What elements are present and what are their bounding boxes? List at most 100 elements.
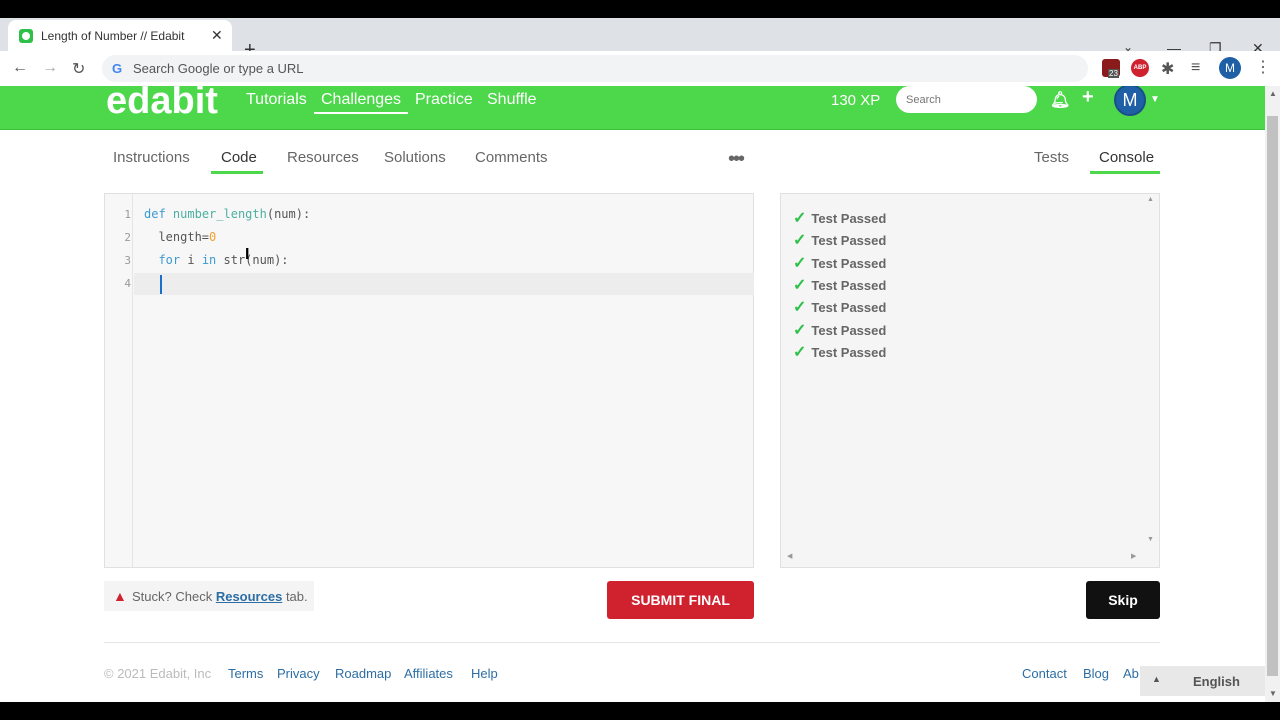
tab-console-underline (1090, 171, 1160, 174)
xp-counter: 130 XP (831, 92, 881, 109)
edabit-favicon-icon (19, 29, 33, 43)
nav-challenges[interactable]: Challenges (314, 91, 409, 114)
code-line-1: def number_length(num): (144, 207, 311, 221)
footer-blog[interactable]: Blog (1083, 666, 1109, 681)
checkmark-icon: ✓ (793, 343, 807, 361)
browser-tab[interactable]: Length of Number // Edabit ✕ (8, 20, 232, 51)
stuck-hint-text: Stuck? Check Resources tab. (132, 589, 308, 604)
screen: Length of Number // Edabit ✕ + ⌄ — ❐ ✕ ←… (0, 0, 1280, 720)
browser-tab-title: Length of Number // Edabit (41, 29, 185, 43)
ibeam-cursor-icon: I (245, 246, 250, 263)
copyright: © 2021 Edabit, Inc (104, 666, 212, 681)
tab-solutions[interactable]: Solutions (384, 149, 446, 166)
scrollbar-up-icon[interactable]: ▲ (1269, 89, 1277, 98)
checkmark-icon: ✓ (793, 276, 807, 294)
code-line-2: length=0 (144, 230, 217, 244)
back-icon[interactable]: ← (12, 59, 28, 77)
test-result-label: Test Passed (811, 255, 887, 271)
browser-toolbar: ← → ↻ G Search Google or type a URL 23 A… (0, 51, 1280, 86)
line-number: 2 (124, 231, 131, 244)
close-tab-icon[interactable]: ✕ (211, 27, 223, 44)
extensions-puzzle-icon[interactable]: ✱ (1161, 59, 1174, 79)
letterbox-top (0, 0, 1280, 18)
nav-shuffle[interactable]: Shuffle (487, 91, 537, 109)
test-result-label: Test Passed (811, 344, 887, 360)
active-line-highlight (134, 273, 754, 295)
bell-icon[interactable]: 🔔︎ (1050, 90, 1070, 110)
letterbox-bottom (0, 702, 1280, 720)
nav-practice[interactable]: Practice (415, 91, 473, 109)
text-cursor (160, 275, 162, 294)
footer-terms[interactable]: Terms (228, 666, 263, 681)
edabit-logo[interactable]: edabit (106, 86, 218, 123)
test-result-row: ✓ Test Passed (793, 275, 886, 295)
resources-link[interactable]: Resources (216, 589, 282, 604)
tab-comments[interactable]: Comments (475, 149, 548, 166)
test-result-row: ✓ Test Passed (793, 320, 886, 340)
test-result-label: Test Passed (811, 300, 887, 316)
page-scrollbar[interactable]: ▲ ▼ (1265, 86, 1280, 702)
scroll-up-icon[interactable]: ▲ (1147, 196, 1154, 203)
language-label: English (1193, 674, 1240, 689)
scroll-left-icon[interactable]: ◀ (787, 552, 792, 560)
scroll-down-icon[interactable]: ▼ (1147, 536, 1154, 543)
test-result-row: ✓ Test Passed (793, 230, 886, 250)
tab-console[interactable]: Console (1099, 149, 1154, 166)
checkmark-icon: ✓ (793, 321, 807, 339)
page-content: edabit Tutorials Challenges Practice Shu… (0, 86, 1265, 702)
test-result-label: Test Passed (811, 277, 887, 293)
test-result-row: ✓ Test Passed (793, 208, 886, 228)
footer-roadmap[interactable]: Roadmap (335, 666, 391, 681)
browser-tab-strip: Length of Number // Edabit ✕ + ⌄ — ❐ ✕ (0, 18, 1280, 60)
omnibox[interactable]: G Search Google or type a URL (102, 55, 1088, 82)
test-result-label: Test Passed (811, 322, 887, 338)
browser-menu-icon[interactable]: ⋮ (1255, 57, 1271, 77)
test-result-row: ✓ Test Passed (793, 342, 886, 362)
browser-profile-avatar[interactable]: M (1219, 57, 1241, 79)
footer-contact[interactable]: Contact (1022, 666, 1067, 681)
plus-icon[interactable]: + (1082, 86, 1094, 109)
code-editor[interactable]: 1 2 3 4 def number_length(num): length=0… (104, 193, 754, 568)
site-header: edabit Tutorials Challenges Practice Shu… (0, 86, 1265, 130)
skip-button[interactable]: Skip (1086, 581, 1160, 619)
chevron-down-icon[interactable]: ▼ (1150, 94, 1160, 105)
footer-privacy[interactable]: Privacy (277, 666, 320, 681)
footer-about[interactable]: Ab (1123, 666, 1139, 681)
console-panel[interactable]: ▲ ✓ Test Passed ✓ Test Passed ✓ Test Passed ✓ T… (780, 193, 1160, 568)
tab-code[interactable]: Code (221, 149, 257, 166)
scrollbar-down-icon[interactable]: ▼ (1269, 689, 1277, 698)
submit-final-button[interactable]: SUBMIT FINAL (607, 581, 754, 619)
nav-tutorials[interactable]: Tutorials (246, 91, 307, 109)
scrollbar-thumb[interactable] (1267, 116, 1278, 676)
adblock-extension-icon[interactable]: ABP (1131, 59, 1149, 77)
stuck-prefix: Stuck? Check (132, 589, 213, 604)
test-result-label: Test Passed (811, 233, 887, 249)
stuck-hint: ▲ Stuck? Check Resources tab. (104, 581, 314, 611)
google-icon: G (112, 61, 123, 76)
tab-tests[interactable]: Tests (1034, 149, 1069, 166)
scroll-right-icon[interactable]: ▶ (1131, 552, 1136, 560)
reload-icon[interactable]: ↻ (72, 59, 85, 79)
code-line-3: for i in str(num): (158, 253, 289, 267)
tab-instructions[interactable]: Instructions (113, 149, 190, 166)
test-result-row: ✓ Test Passed (793, 297, 886, 317)
checkmark-icon: ✓ (793, 299, 807, 317)
site-search-input[interactable] (896, 86, 1037, 113)
tab-resources[interactable]: Resources (287, 149, 359, 166)
more-options-icon[interactable]: ••• (728, 148, 745, 171)
footer-divider (104, 642, 1160, 643)
reading-list-icon[interactable]: ≡ (1191, 59, 1200, 77)
forward-icon[interactable]: → (42, 59, 58, 77)
footer-help[interactable]: Help (471, 666, 498, 681)
line-number: 4 (124, 277, 131, 290)
language-selector[interactable]: ▲ English (1140, 666, 1265, 696)
test-result-label: Test Passed (811, 211, 887, 226)
footer-affiliates[interactable]: Affiliates (404, 666, 453, 681)
omnibox-placeholder: Search Google or type a URL (133, 61, 304, 76)
line-number: 1 (124, 208, 131, 221)
checkmark-icon: ✓ (793, 210, 807, 227)
user-avatar[interactable]: M (1114, 86, 1146, 116)
line-number: 3 (124, 254, 131, 267)
extension-badge: 23 (1108, 69, 1119, 78)
